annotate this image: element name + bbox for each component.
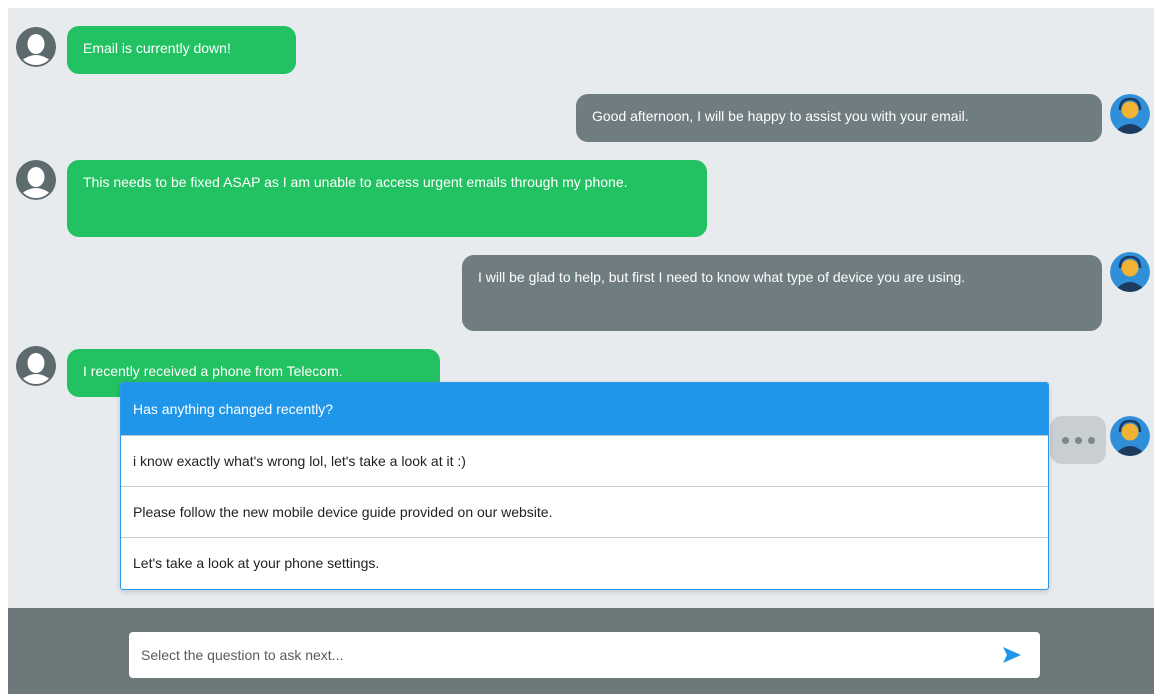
customer-avatar-icon [16, 27, 56, 67]
message-bubble: I will be glad to help, but first I need… [462, 255, 1102, 331]
send-arrow-icon [1003, 647, 1021, 663]
question-option[interactable]: Please follow the new mobile device guid… [121, 486, 1048, 537]
composer-bar [8, 608, 1154, 694]
question-option[interactable]: Let's take a look at your phone settings… [121, 537, 1048, 588]
send-button[interactable] [996, 639, 1028, 671]
customer-avatar-icon [16, 160, 56, 200]
message-text: This needs to be fixed ASAP as I am unab… [83, 174, 628, 190]
question-input[interactable] [141, 647, 996, 663]
typing-dot [1061, 436, 1069, 444]
typing-dot [1087, 436, 1095, 444]
message-bubble: Email is currently down! [67, 26, 296, 74]
message-text: I recently received a phone from Telecom… [83, 363, 343, 379]
message-text: I will be glad to help, but first I need… [478, 269, 966, 285]
composer-input-wrapper [129, 632, 1040, 678]
question-option[interactable]: i know exactly what's wrong lol, let's t… [121, 435, 1048, 486]
customer-avatar-icon [16, 346, 56, 386]
question-menu: Has anything changed recently? i know ex… [120, 382, 1049, 590]
message-text: Good afternoon, I will be happy to assis… [592, 108, 969, 124]
question-option-highlighted[interactable]: Has anything changed recently? [121, 383, 1048, 435]
agent-avatar-icon [1110, 252, 1150, 292]
message-bubble: Good afternoon, I will be happy to assis… [576, 94, 1102, 142]
agent-avatar-icon [1110, 94, 1150, 134]
message-text: Email is currently down! [83, 40, 231, 56]
typing-indicator [1050, 416, 1106, 464]
typing-dot [1074, 436, 1082, 444]
agent-avatar-icon [1110, 416, 1150, 456]
message-bubble: This needs to be fixed ASAP as I am unab… [67, 160, 707, 237]
